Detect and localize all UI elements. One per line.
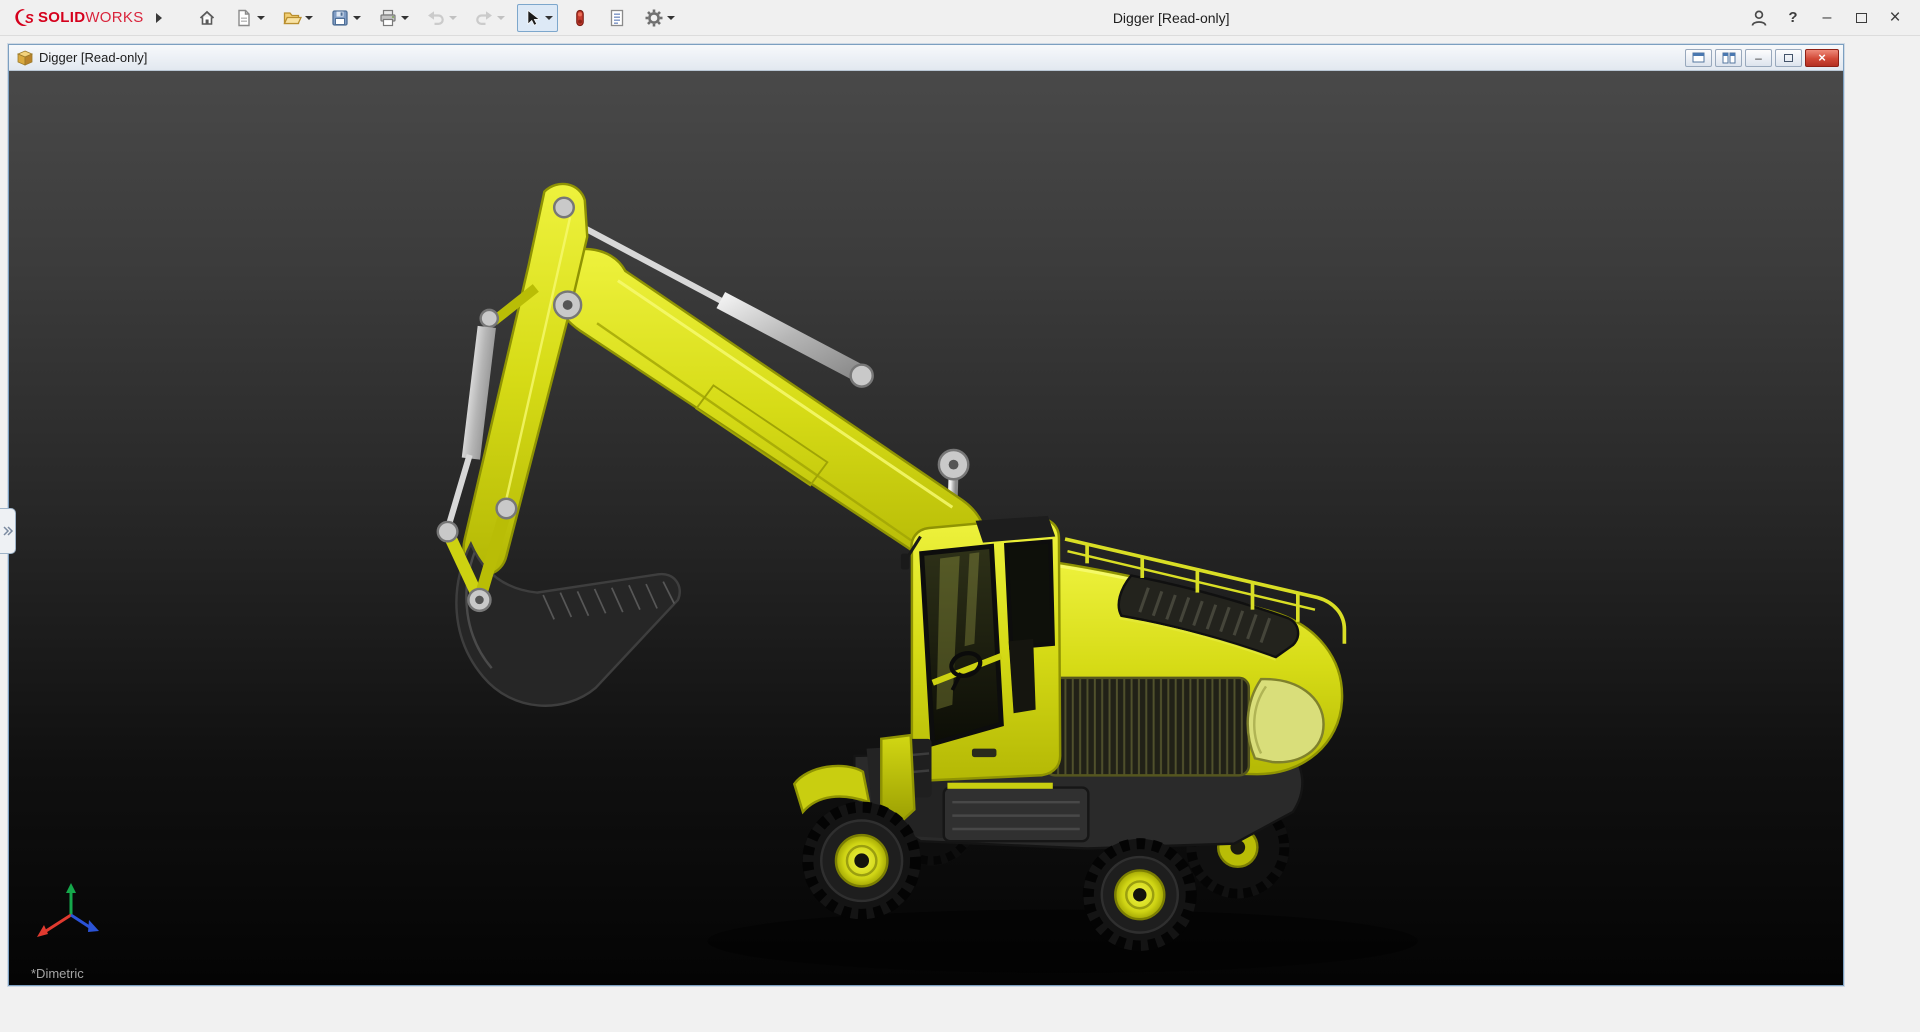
maximize-button[interactable]: [1844, 2, 1878, 34]
file-properties-button[interactable]: [602, 4, 632, 32]
ground-shadow: [707, 909, 1418, 972]
view-orientation-label: *Dimetric: [31, 966, 84, 981]
svg-text:S: S: [25, 11, 34, 26]
minimize-icon: –: [1823, 9, 1832, 27]
tile-windows-icon: [1722, 52, 1736, 64]
chevron-right-double-icon: [2, 525, 14, 537]
side-grille[interactable]: [1045, 678, 1248, 775]
close-button[interactable]: ×: [1878, 2, 1912, 34]
maximize-icon: [1784, 54, 1793, 62]
boom-arm[interactable]: [546, 249, 986, 573]
maximize-icon: [1856, 13, 1867, 23]
options-button[interactable]: [639, 4, 680, 32]
windshield: [922, 546, 1002, 743]
new-document-icon: [234, 8, 254, 28]
triad-z-axis: [88, 920, 99, 932]
side-window: [1006, 541, 1053, 647]
app-titlebar: S SOLIDWORKS: [0, 0, 1920, 36]
dropdown-caret-icon[interactable]: [353, 16, 361, 20]
save-icon: [330, 8, 350, 28]
app-window-title: Digger [Read-only]: [1113, 10, 1230, 26]
document-title: Digger [Read-only]: [39, 50, 147, 65]
dropdown-caret-icon: [449, 16, 457, 20]
home-icon: [197, 8, 217, 28]
workspace: Digger [Read-only]: [0, 37, 1920, 1032]
front-wheel[interactable]: [803, 802, 921, 919]
cascade-windows-icon: [1692, 52, 1706, 64]
document-window: Digger [Read-only]: [8, 44, 1844, 986]
undo-icon: [426, 8, 446, 28]
digger-3d-model[interactable]: [9, 71, 1843, 985]
document-minimize-button[interactable]: –: [1745, 49, 1772, 67]
minimize-icon: –: [1755, 51, 1762, 65]
brand-name-light: WORKS: [85, 9, 143, 26]
home-button[interactable]: [192, 4, 222, 32]
dropdown-caret-icon: [497, 16, 505, 20]
orientation-triad: [35, 881, 115, 947]
brand-name-bold: SOLID: [38, 9, 85, 26]
mirror: [901, 554, 910, 570]
rebuild-button[interactable]: [565, 4, 595, 32]
account-button[interactable]: [1742, 2, 1776, 34]
triad-x-axis: [37, 925, 48, 937]
minimize-button[interactable]: –: [1810, 2, 1844, 34]
close-icon: ×: [1889, 7, 1900, 29]
document-maximize-button[interactable]: [1775, 49, 1802, 67]
dropdown-caret-icon[interactable]: [545, 16, 553, 20]
print-icon: [378, 8, 398, 28]
app-window-controls: ? – ×: [1742, 2, 1920, 34]
close-icon: ×: [1818, 50, 1826, 65]
help-icon: ?: [1788, 9, 1797, 26]
cascade-windows-button[interactable]: [1685, 49, 1712, 67]
upper-body[interactable]: [1036, 539, 1345, 775]
rebuild-stoplight-icon: [570, 8, 590, 28]
tile-windows-button[interactable]: [1715, 49, 1742, 67]
dropdown-caret-icon[interactable]: [667, 16, 675, 20]
step-box[interactable]: [944, 783, 1089, 841]
dropdown-caret-icon[interactable]: [305, 16, 313, 20]
quick-access-toolbar: [192, 4, 680, 32]
document-titlebar[interactable]: Digger [Read-only]: [9, 45, 1843, 71]
document-window-controls: – ×: [1685, 49, 1839, 67]
help-button[interactable]: ?: [1776, 2, 1810, 34]
document-close-button[interactable]: ×: [1805, 49, 1839, 67]
select-arrow-icon: [522, 8, 542, 28]
file-properties-icon: [607, 8, 627, 28]
undo-button[interactable]: [421, 4, 462, 32]
collapsed-panel-tab[interactable]: [0, 508, 16, 554]
dropdown-caret-icon[interactable]: [257, 16, 265, 20]
user-account-icon: [1749, 8, 1769, 28]
ds-logo-icon: S: [12, 7, 36, 29]
part-document-icon: [17, 50, 33, 66]
print-button[interactable]: [373, 4, 414, 32]
redo-button[interactable]: [469, 4, 510, 32]
graphics-viewport[interactable]: *Dimetric: [9, 71, 1843, 985]
expand-menu-chevron-icon[interactable]: [156, 13, 162, 23]
select-button[interactable]: [517, 4, 558, 32]
open-button[interactable]: [277, 4, 318, 32]
gear-icon: [644, 8, 664, 28]
dropdown-caret-icon[interactable]: [401, 16, 409, 20]
rear-wheel[interactable]: [1083, 839, 1196, 951]
open-folder-icon: [282, 8, 302, 28]
redo-icon: [474, 8, 494, 28]
new-document-button[interactable]: [229, 4, 270, 32]
save-button[interactable]: [325, 4, 366, 32]
solidworks-logo: S SOLIDWORKS: [0, 7, 162, 29]
triad-y-axis: [66, 883, 76, 893]
